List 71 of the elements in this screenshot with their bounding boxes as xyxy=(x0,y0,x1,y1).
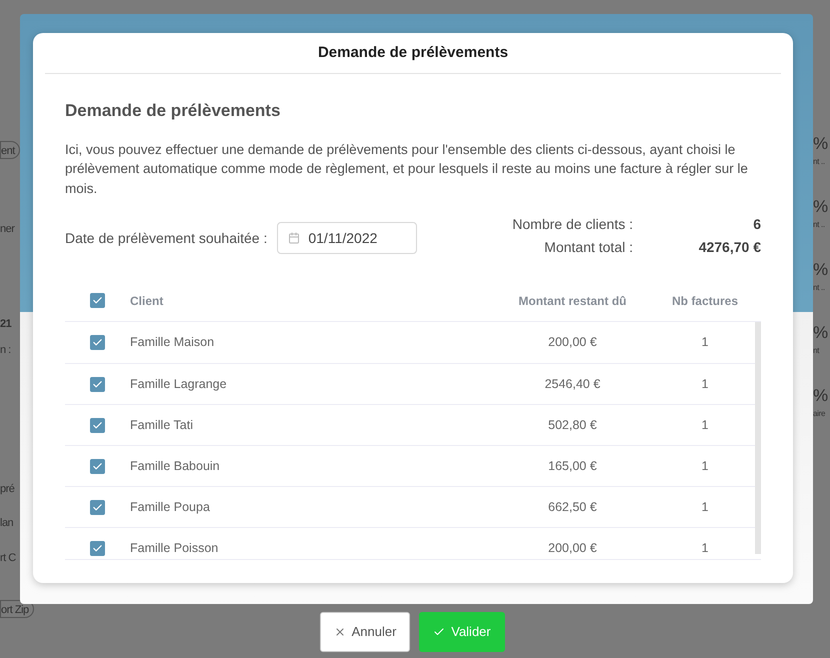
summary-value: 4276,70 € xyxy=(698,238,761,257)
background-percent: % xyxy=(813,386,830,406)
table-row[interactable]: Famille Poupa 662,50 € 1 xyxy=(65,486,755,527)
table-row[interactable]: Famille Babouin 165,00 € 1 xyxy=(65,445,755,486)
table-cell-text: 1 xyxy=(700,498,710,516)
background-label: n : xyxy=(0,343,11,358)
checkbox[interactable] xyxy=(90,418,105,432)
background-label: aire xyxy=(813,408,826,420)
table-cell-text: 2546,40 € xyxy=(544,376,602,393)
background-label: lan xyxy=(0,516,14,531)
table-cell-text: Famille Tati xyxy=(130,416,194,434)
background-label: nt .. xyxy=(813,282,826,294)
calendar-icon xyxy=(288,232,300,244)
date-field[interactable]: 01/11/2022 xyxy=(277,222,418,254)
checkbox[interactable] xyxy=(90,458,105,474)
table-cell-text: Famille Poupa xyxy=(130,498,211,516)
table-cell-text: Famille Lagrange xyxy=(130,376,228,393)
summary-label: Nombre de clients : xyxy=(512,215,633,234)
check-icon xyxy=(433,626,446,638)
column-header: Nb factures xyxy=(670,292,740,310)
background-percent: % xyxy=(813,323,830,343)
background-label: ner xyxy=(0,222,14,237)
date-label: Date de prélèvement souhaitée : xyxy=(65,228,268,248)
table-row[interactable]: Famille Tati 502,80 € 1 xyxy=(65,404,755,445)
background-value: 21 xyxy=(0,316,12,332)
table-row[interactable]: Famille Poisson 200,00 € 1 xyxy=(65,527,755,559)
table-cell-text: 1 xyxy=(700,458,710,475)
table-row[interactable]: Famille Lagrange 2546,40 € 1 xyxy=(65,363,755,404)
background-label: rt C xyxy=(0,550,16,566)
table-cell-text: 165,00 € xyxy=(547,458,598,475)
checkbox[interactable] xyxy=(90,500,105,514)
table-cell-text: Famille Babouin xyxy=(130,458,221,475)
table-cell-text: 662,50 € xyxy=(547,498,598,516)
table-cell-text: 1 xyxy=(700,540,710,557)
table-cell-text: 200,00 € xyxy=(547,334,598,352)
table-cell-text: 502,80 € xyxy=(547,416,598,434)
description: Ici, vous pouvez effectuer une demande de prélèvements pour l'ensemble des clients ci-dessous, ayant choisi le prélèvement automatique comme mode de règlement, et pour lesquels il reste au moins une facture à régler sur le mois. xyxy=(65,140,749,198)
check-icon xyxy=(92,337,103,348)
checkbox[interactable] xyxy=(90,540,105,556)
column-header: Client xyxy=(130,292,164,310)
table-cell-text: Famille Poisson xyxy=(130,540,220,557)
background-label: nt .. xyxy=(813,156,826,168)
background-label: nt .. xyxy=(813,219,826,231)
table-cell-text: 1 xyxy=(700,334,710,352)
check-icon xyxy=(92,460,103,472)
close-icon xyxy=(334,626,346,638)
table-cell-text: 1 xyxy=(700,376,710,393)
check-icon xyxy=(92,542,103,554)
background-percent: % xyxy=(813,260,830,280)
section-heading: Demande de prélèvements xyxy=(65,100,282,122)
summary-label: Montant total : xyxy=(543,238,633,257)
dialog-title: Demande de prélèvements xyxy=(318,42,508,63)
column-header: Montant restant dû xyxy=(518,292,628,310)
background-percent: % xyxy=(813,197,830,217)
table-cell-text: 200,00 € xyxy=(547,540,598,557)
background-percent: % xyxy=(813,134,830,154)
background-label: pré xyxy=(0,482,14,496)
check-icon xyxy=(92,502,103,512)
checkbox[interactable] xyxy=(90,335,105,350)
cancel-button[interactable]: Annuler xyxy=(320,612,410,652)
checkbox[interactable] xyxy=(90,293,105,308)
table-cell-text: Famille Maison xyxy=(130,334,216,352)
checkbox[interactable] xyxy=(90,376,105,392)
scrollbar[interactable] xyxy=(755,322,761,554)
table-cell-text: 1 xyxy=(700,416,710,434)
check-icon xyxy=(92,295,103,306)
summary-value: 6 xyxy=(752,215,761,234)
check-icon xyxy=(92,420,103,430)
check-icon xyxy=(92,378,103,390)
background-label: nt xyxy=(813,345,820,357)
table-row[interactable]: Famille Maison 200,00 € 1 xyxy=(65,322,755,363)
